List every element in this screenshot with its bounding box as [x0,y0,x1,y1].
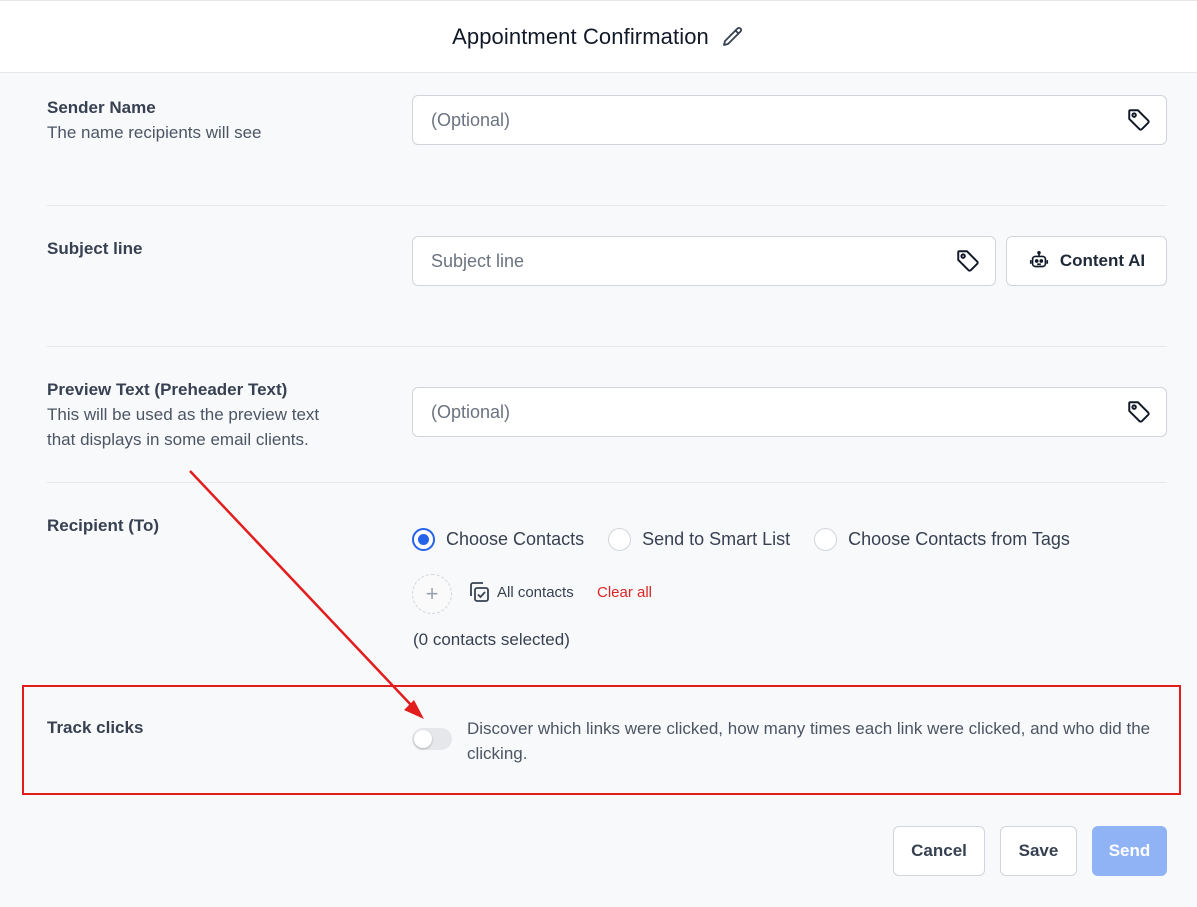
header: Appointment Confirmation [0,0,1197,73]
save-button[interactable]: Save [1000,826,1077,876]
sender-label-block: Sender Name The name recipients will see [47,95,261,145]
clear-all-link[interactable]: Clear all [597,584,652,601]
preview-label: Preview Text (Preheader Text) [47,380,288,399]
radio-label: Choose Contacts [446,529,585,549]
track-clicks-toggle[interactable] [412,728,452,750]
radio-button[interactable] [814,528,838,551]
subject-line-input[interactable]: Subject line [412,236,996,286]
sender-name-placeholder: (Optional) [431,109,511,130]
preview-text-input[interactable]: (Optional) [412,387,1167,437]
add-contact-button[interactable]: + [412,574,452,614]
cancel-button[interactable]: Cancel [893,826,985,876]
radio-choose-contacts[interactable]: Choose Contacts [412,528,584,551]
track-clicks-description: Discover which links were clicked, how m… [467,719,1151,763]
track-clicks-label: Track clicks [47,718,144,737]
tag-icon[interactable] [1126,399,1152,425]
sender-name-input[interactable]: (Optional) [412,95,1167,145]
subject-label: Subject line [47,239,143,258]
radio-label: Send to Smart List [642,529,791,549]
sender-description: The name recipients will see [47,123,262,142]
radio-label: Choose Contacts from Tags [848,529,1070,549]
recipient-label: Recipient (To) [47,516,160,535]
robot-icon [1029,251,1048,268]
track-label-block: Track clicks [47,715,143,740]
preview-label-block: Preview Text (Preheader Text) This will … [47,377,319,452]
radio-button[interactable] [608,528,632,551]
plus-icon: + [425,581,439,606]
copy-check-icon [470,582,489,602]
divider [47,205,1167,206]
preview-description-2: that displays in some email clients. [47,430,309,449]
radio-smart-list[interactable]: Send to Smart List [608,528,790,551]
content-ai-label: Content AI [1059,251,1146,270]
subject-line-placeholder: Subject line [431,250,525,271]
pencil-icon[interactable] [721,25,745,49]
tag-icon[interactable] [1126,107,1152,133]
all-contacts-button[interactable]: All contacts [467,580,574,604]
subject-label-block: Subject line [47,236,142,261]
radio-button-selected[interactable] [412,528,435,551]
sender-label: Sender Name [47,98,156,117]
recipient-options: Choose Contacts Send to Smart List Choos… [412,528,1094,551]
contacts-selected-count: (0 contacts selected) [413,630,570,649]
all-contacts-label: All contacts [497,583,574,601]
divider [47,482,1167,483]
send-button[interactable]: Send [1092,826,1167,876]
tag-icon[interactable] [955,248,981,274]
content-ai-button[interactable]: Content AI [1006,236,1167,286]
divider [47,346,1167,347]
radio-contacts-from-tags[interactable]: Choose Contacts from Tags [814,528,1070,551]
preview-description-1: This will be used as the preview text [47,405,320,424]
preview-text-placeholder: (Optional) [431,401,511,422]
page-title: Appointment Confirmation [452,23,709,49]
recipient-label-block: Recipient (To) [47,513,159,538]
